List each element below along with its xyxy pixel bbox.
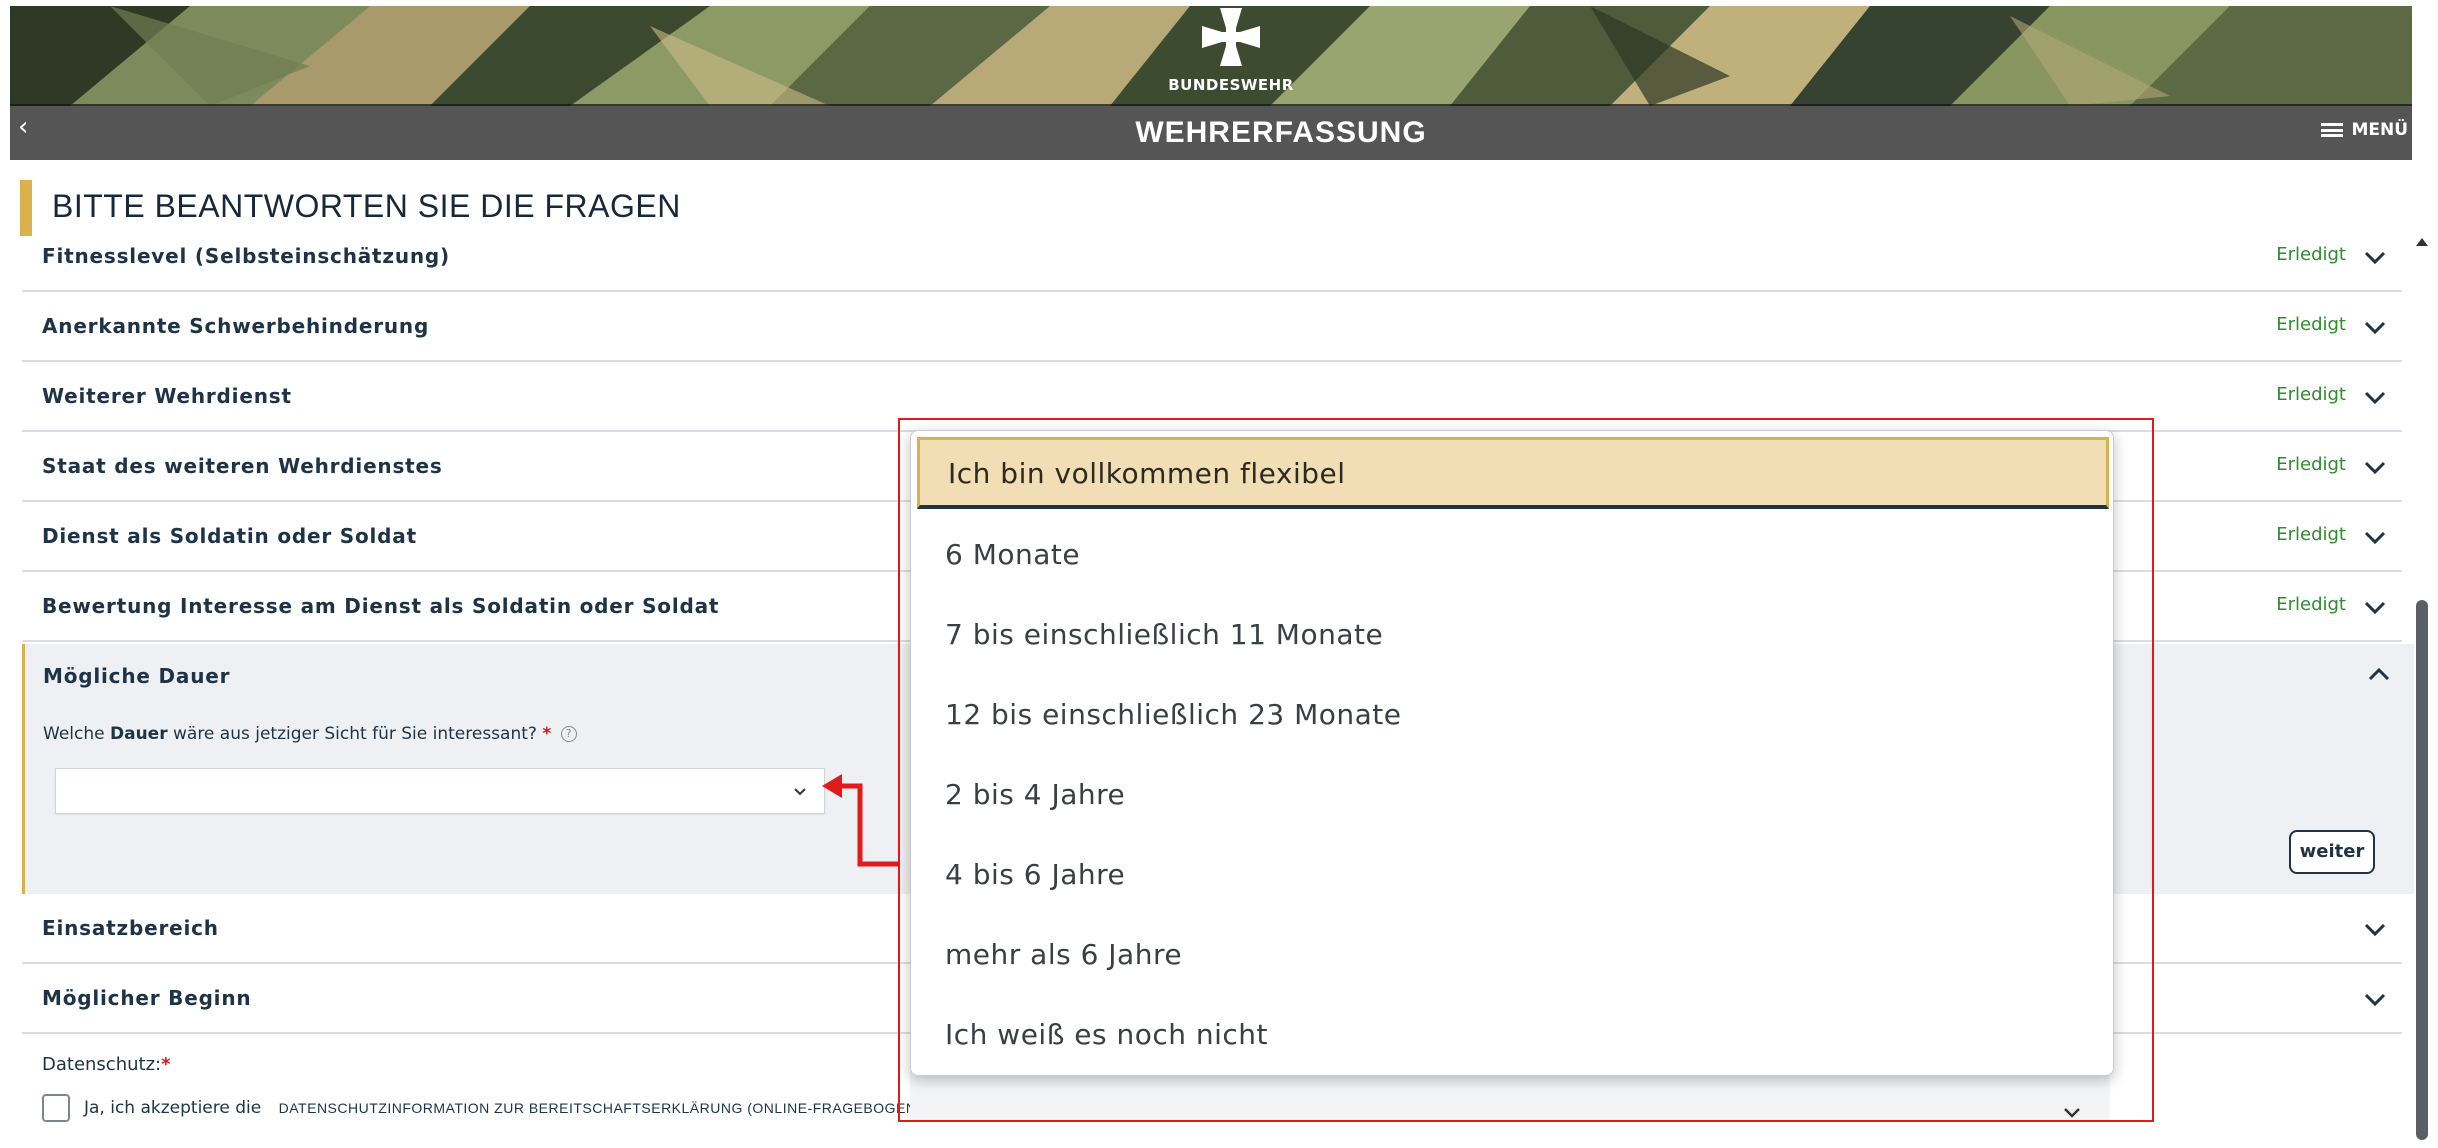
annotation-arrow — [822, 774, 898, 867]
page: BUNDESWEHR ‹ WEHRERFASSUNG MENÜ BITTE BE… — [0, 0, 2438, 1148]
